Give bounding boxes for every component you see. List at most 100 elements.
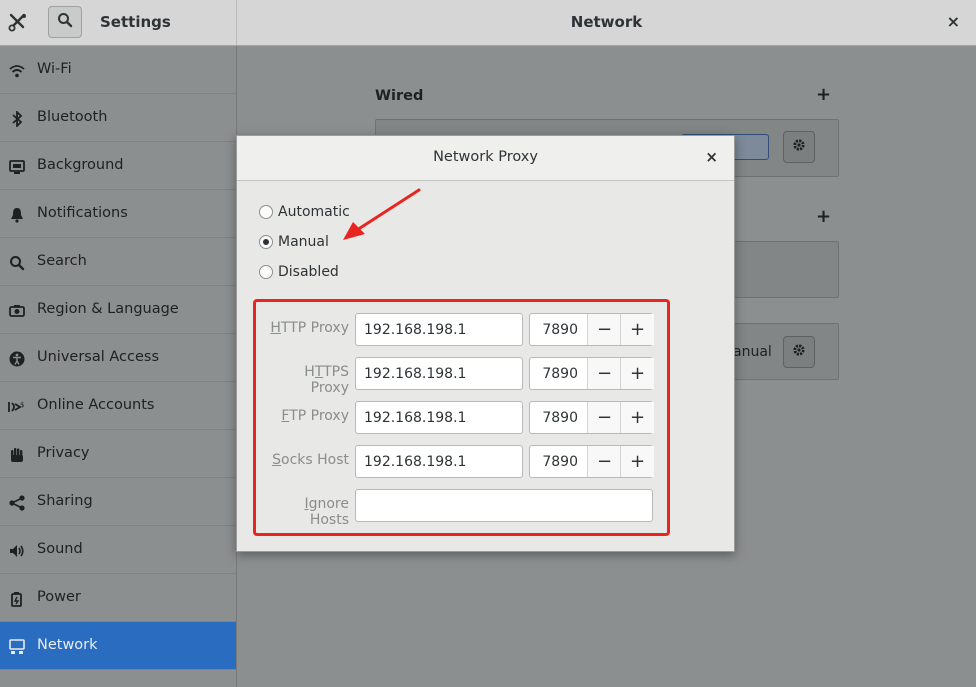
sidebar-item-label: Privacy xyxy=(37,445,90,461)
https-proxy-label: HTTPS Proxy xyxy=(265,364,349,396)
http-proxy-host-input[interactable]: 192.168.198.1 xyxy=(355,313,523,346)
sidebar-item-notifications[interactable]: Notifications xyxy=(0,190,236,238)
radio-label: Manual xyxy=(278,234,329,250)
bluetooth-icon xyxy=(8,110,26,128)
label-part: TTP Proxy xyxy=(280,320,349,336)
app-title: Settings xyxy=(100,13,171,31)
add-vpn-button[interactable]: + xyxy=(816,206,831,227)
port-increment-button[interactable]: + xyxy=(620,314,654,345)
hand-icon xyxy=(8,446,26,464)
port-value[interactable]: 7890 xyxy=(530,454,578,470)
port-increment-button[interactable]: + xyxy=(620,402,654,433)
ignore-hosts-input[interactable] xyxy=(355,489,653,522)
dialog-header: Network Proxy × xyxy=(237,136,734,181)
radio-label: Disabled xyxy=(278,264,339,280)
socks-host-label: Socks Host xyxy=(265,452,349,468)
search-icon xyxy=(57,12,73,32)
sidebar-item-background[interactable]: Background xyxy=(0,142,236,190)
socks-host-input[interactable]: 192.168.198.1 xyxy=(355,445,523,478)
radio-disabled[interactable]: Disabled xyxy=(259,262,339,282)
sidebar-item-label: Search xyxy=(37,253,87,269)
https-proxy-port-spinner[interactable]: 7890 − + xyxy=(529,357,654,390)
socks-port-spinner[interactable]: 7890 − + xyxy=(529,445,654,478)
proxy-settings-button[interactable] xyxy=(783,336,815,368)
ftp-proxy-host-input[interactable]: 192.168.198.1 xyxy=(355,401,523,434)
wired-settings-button[interactable] xyxy=(783,131,815,163)
sidebar-item-bluetooth[interactable]: Bluetooth xyxy=(0,94,236,142)
add-wired-button[interactable]: + xyxy=(816,84,831,105)
label-part: H xyxy=(304,364,315,380)
speaker-icon xyxy=(8,542,26,560)
search-button[interactable] xyxy=(48,6,82,38)
network-icon xyxy=(8,638,26,656)
sidebar-item-label: Background xyxy=(37,157,124,173)
mnemonic-letter: T xyxy=(314,364,324,380)
port-increment-button[interactable]: + xyxy=(620,358,654,389)
port-decrement-button[interactable]: − xyxy=(587,402,621,433)
mnemonic-letter: S xyxy=(272,452,281,468)
svg-text:$: $ xyxy=(20,401,24,409)
camera-icon xyxy=(8,302,26,320)
radio-button[interactable] xyxy=(259,265,273,279)
share-icon xyxy=(8,494,26,512)
window-close-button[interactable]: × xyxy=(947,12,960,31)
http-proxy-label: HTTP Proxy xyxy=(265,320,349,336)
sidebar-item-online-accounts[interactable]: $ Online Accounts xyxy=(0,382,236,430)
port-value[interactable]: 7890 xyxy=(530,410,578,426)
port-decrement-button[interactable]: − xyxy=(587,314,621,345)
sidebar-item-search[interactable]: Search xyxy=(0,238,236,286)
http-proxy-port-spinner[interactable]: 7890 − + xyxy=(529,313,654,346)
gear-icon xyxy=(791,342,807,362)
sidebar-item-network[interactable]: Network xyxy=(0,622,236,670)
port-increment-button[interactable]: + xyxy=(620,446,654,477)
gear-icon xyxy=(791,137,807,157)
port-value[interactable]: 7890 xyxy=(530,366,578,382)
dialog-close-button[interactable]: × xyxy=(705,148,718,166)
sidebar-item-privacy[interactable]: Privacy xyxy=(0,430,236,478)
sidebar-item-label: Sound xyxy=(37,541,83,557)
radio-button[interactable] xyxy=(259,235,273,249)
sidebar-item-label: Notifications xyxy=(37,205,128,221)
ignore-hosts-label: Ignore Hosts xyxy=(265,496,349,528)
port-decrement-button[interactable]: − xyxy=(587,446,621,477)
ftp-proxy-port-spinner[interactable]: 7890 − + xyxy=(529,401,654,434)
sidebar-item-label: Bluetooth xyxy=(37,109,108,125)
wifi-icon xyxy=(8,62,26,80)
port-decrement-button[interactable]: − xyxy=(587,358,621,389)
sidebar-item-label: Network xyxy=(37,637,98,653)
label-part: ocks Host xyxy=(281,452,349,468)
sidebar-item-power[interactable]: Power xyxy=(0,574,236,622)
https-proxy-host-input[interactable]: 192.168.198.1 xyxy=(355,357,523,390)
online-accounts-icon: $ xyxy=(8,398,26,416)
label-part: TP Proxy xyxy=(289,408,349,424)
sidebar-item-label: Online Accounts xyxy=(37,397,155,413)
sidebar-item-label: Power xyxy=(37,589,81,605)
ftp-proxy-label: FTP Proxy xyxy=(265,408,349,424)
sidebar-item-label: Wi-Fi xyxy=(37,61,72,77)
dialog-title: Network Proxy xyxy=(433,149,538,165)
sidebar: Wi-Fi Bluetooth Background Notifications… xyxy=(0,46,237,687)
sidebar-item-wifi[interactable]: Wi-Fi xyxy=(0,46,236,94)
sidebar-item-label: Region & Language xyxy=(37,301,179,317)
sidebar-item-sound[interactable]: Sound xyxy=(0,526,236,574)
tools-icon xyxy=(8,12,28,32)
label-part: gnore Hosts xyxy=(308,496,349,528)
radio-manual[interactable]: Manual xyxy=(259,232,329,252)
sidebar-item-label: Sharing xyxy=(37,493,93,509)
sidebar-item-region-language[interactable]: Region & Language xyxy=(0,286,236,334)
port-value[interactable]: 7890 xyxy=(530,322,578,338)
sidebar-item-sharing[interactable]: Sharing xyxy=(0,478,236,526)
accessibility-icon xyxy=(8,350,26,368)
search-icon xyxy=(8,254,26,272)
background-icon xyxy=(8,158,26,176)
header-bar: Settings Network × xyxy=(0,0,976,46)
power-icon xyxy=(8,590,26,608)
proxy-mode-value: anual xyxy=(733,344,772,360)
radio-button[interactable] xyxy=(259,205,273,219)
sidebar-item-label: Universal Access xyxy=(37,349,160,365)
network-proxy-dialog: Network Proxy × Automatic Manual Disable… xyxy=(236,135,735,552)
bell-icon xyxy=(8,206,26,224)
mnemonic-letter: H xyxy=(270,320,281,336)
sidebar-item-universal-access[interactable]: Universal Access xyxy=(0,334,236,382)
header-left: Settings xyxy=(0,0,237,45)
